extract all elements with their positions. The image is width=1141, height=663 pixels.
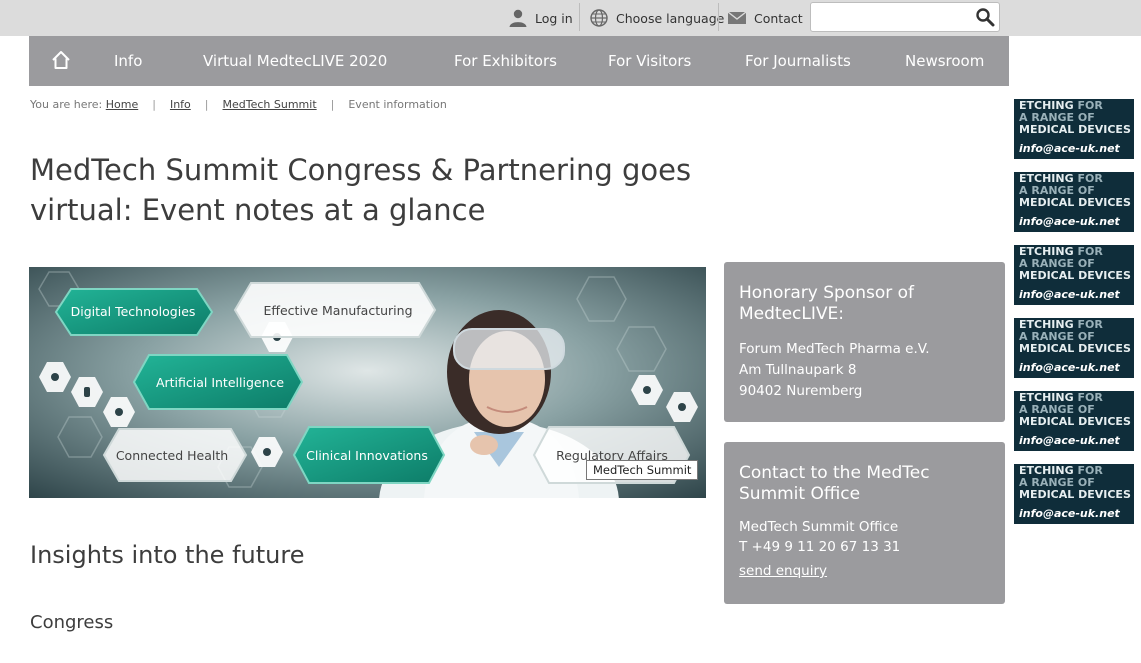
home-icon[interactable] xyxy=(50,49,72,71)
ad-banner[interactable]: ETCHING FOR A RANGE OF MEDICAL DEVICES i… xyxy=(1014,464,1134,524)
breadcrumb-info[interactable]: Info xyxy=(170,98,191,111)
nav-item-exhibitors[interactable]: For Exhibitors xyxy=(454,36,557,86)
contact-label: Contact xyxy=(754,10,803,26)
breadcrumb-medtech-summit[interactable]: MedTech Summit xyxy=(223,98,317,111)
ad-banner[interactable]: ETCHING FOR A RANGE OF MEDICAL DEVICES i… xyxy=(1014,245,1134,305)
contact-link[interactable]: Contact xyxy=(727,0,803,36)
ad-banner[interactable]: ETCHING FOR A RANGE OF MEDICAL DEVICES i… xyxy=(1014,172,1134,232)
language-selector[interactable]: Choose language xyxy=(589,0,724,36)
search-input[interactable] xyxy=(815,6,969,28)
ad-line-3: MEDICAL DEVICES xyxy=(1019,342,1131,355)
section-subheading: Congress xyxy=(30,612,114,633)
hero-label-effective-manufacturing: Effective Manufacturing xyxy=(263,303,412,318)
ad-banner[interactable]: ETCHING FOR A RANGE OF MEDICAL DEVICES i… xyxy=(1014,318,1134,378)
ad-banner[interactable]: ETCHING FOR A RANGE OF MEDICAL DEVICES i… xyxy=(1014,391,1134,451)
hero-label-artificial-intelligence: Artificial Intelligence xyxy=(156,375,284,390)
search-box xyxy=(810,2,1000,32)
nav-item-info[interactable]: Info xyxy=(114,36,142,86)
main-navigation: Info Virtual MedtecLIVE 2020 For Exhibit… xyxy=(29,36,1009,86)
hero-label-digital-technologies: Digital Technologies xyxy=(71,304,196,319)
ad-line-3: MEDICAL DEVICES xyxy=(1019,415,1131,428)
nav-item-newsroom[interactable]: Newsroom xyxy=(905,36,984,86)
contact-phone: T +49 9 11 20 67 13 31 xyxy=(739,539,901,555)
ad-email: info@ace-uk.net xyxy=(1019,507,1120,520)
ad-line-3: MEDICAL DEVICES xyxy=(1019,269,1131,282)
ad-line-3: MEDICAL DEVICES xyxy=(1019,488,1131,501)
divider xyxy=(579,3,580,31)
send-enquiry-link[interactable]: send enquiry xyxy=(739,561,827,582)
contact-box: Contact to the MedTec Summit Office MedT… xyxy=(724,442,1005,604)
login-link[interactable]: Log in xyxy=(508,0,573,36)
ad-line-3: MEDICAL DEVICES xyxy=(1019,196,1131,209)
contact-box-title: Contact to the MedTec Summit Office xyxy=(739,463,930,504)
contact-office-name: MedTech Summit Office xyxy=(739,519,899,535)
ad-email: info@ace-uk.net xyxy=(1019,215,1120,228)
breadcrumb-separator: | xyxy=(152,98,156,111)
breadcrumb-current: Event information xyxy=(348,98,447,111)
nav-item-visitors[interactable]: For Visitors xyxy=(608,36,691,86)
page-title: MedTech Summit Congress & Partnering goe… xyxy=(30,153,692,227)
login-label: Log in xyxy=(535,10,573,26)
hero-label-clinical-innovations: Clinical Innovations xyxy=(306,448,428,463)
ad-email: info@ace-uk.net xyxy=(1019,434,1120,447)
breadcrumb-prefix: You are here: xyxy=(30,98,103,111)
ad-email: info@ace-uk.net xyxy=(1019,361,1120,374)
sponsor-box-title: Honorary Sponsor of MedtecLIVE: xyxy=(739,283,915,324)
globe-icon xyxy=(590,9,608,27)
sponsor-city: 90402 Nuremberg xyxy=(739,383,863,399)
ad-banner[interactable]: ETCHING FOR A RANGE OF MEDICAL DEVICES i… xyxy=(1014,99,1134,159)
envelope-icon xyxy=(727,11,747,24)
hero-label-connected-health: Connected Health xyxy=(116,448,228,463)
hero-tooltip: MedTech Summit xyxy=(586,460,699,480)
sponsor-name: Forum MedTech Pharma e.V. xyxy=(739,341,930,357)
ad-email: info@ace-uk.net xyxy=(1019,288,1120,301)
breadcrumb-separator: | xyxy=(330,98,335,111)
user-icon xyxy=(509,9,527,27)
nav-item-virtual-medteclive[interactable]: Virtual MedtecLIVE 2020 xyxy=(203,36,387,86)
breadcrumb-home[interactable]: Home xyxy=(106,98,138,111)
nav-item-journalists[interactable]: For Journalists xyxy=(745,36,851,86)
search-icon[interactable] xyxy=(975,7,995,27)
language-label: Choose language xyxy=(616,10,725,26)
sponsor-box: Honorary Sponsor of MedtecLIVE: Forum Me… xyxy=(724,262,1005,422)
ad-email: info@ace-uk.net xyxy=(1019,142,1120,155)
breadcrumb-separator: | xyxy=(204,98,209,111)
section-heading: Insights into the future xyxy=(30,541,305,569)
ad-line-3: MEDICAL DEVICES xyxy=(1019,123,1131,136)
divider xyxy=(718,3,719,31)
sponsor-street: Am Tullnaupark 8 xyxy=(739,362,857,378)
breadcrumb: You are here: Home | Info | MedTech Summit | E… xyxy=(30,98,447,111)
